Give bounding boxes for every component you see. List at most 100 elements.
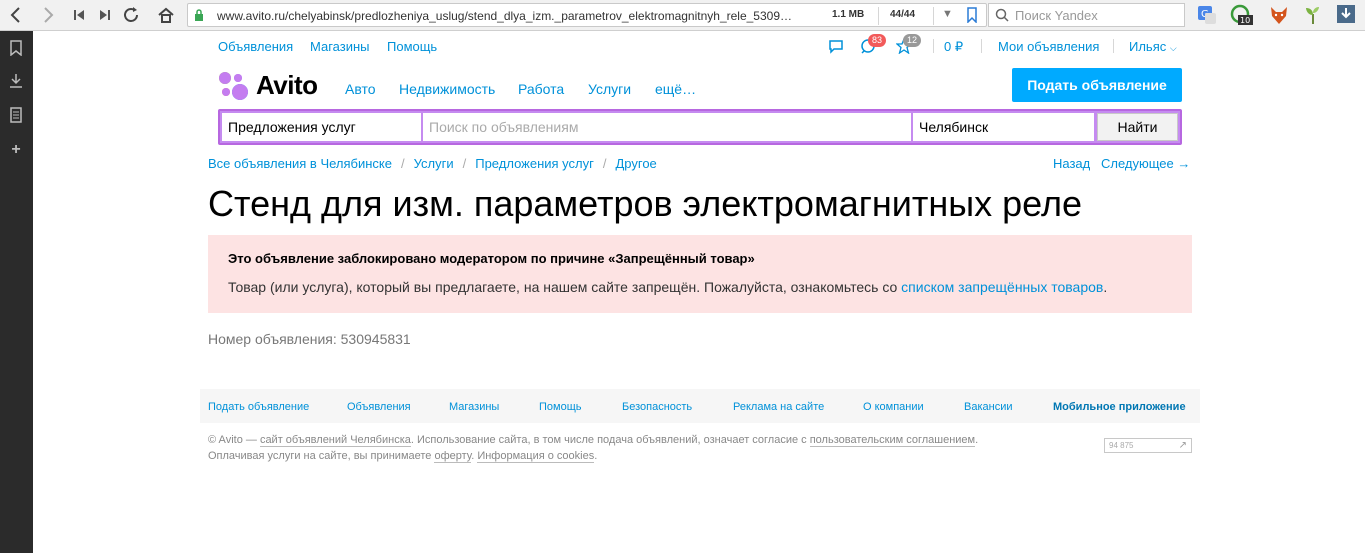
offer-link[interactable]: оферту bbox=[434, 450, 472, 463]
breadcrumb-separator: / bbox=[462, 156, 467, 171]
search-input[interactable]: Поиск по объявлениям bbox=[423, 113, 911, 141]
my-ads-link[interactable]: Мои объявления bbox=[998, 39, 1099, 54]
reload-icon[interactable] bbox=[120, 4, 142, 26]
nav-services[interactable]: Услуги bbox=[588, 81, 631, 97]
divider bbox=[878, 7, 879, 25]
footer-advertising[interactable]: Реклама на сайте bbox=[733, 401, 824, 413]
copyright: © Avito — сайт объявлений Челябинска. Ис… bbox=[208, 432, 978, 464]
nav-auto[interactable]: Авто bbox=[345, 81, 376, 97]
alert-tail: . bbox=[1103, 279, 1108, 295]
blocked-alert: Это объявление заблокировано модератором… bbox=[208, 235, 1192, 313]
chat-icon[interactable] bbox=[828, 38, 844, 57]
back-icon[interactable] bbox=[4, 4, 26, 26]
browser-toolbar: www.avito.ru/chelyabinsk/predlozheniya_u… bbox=[0, 0, 1365, 31]
breadcrumb-all-ads[interactable]: Все объявления в Челябинске bbox=[208, 156, 392, 171]
search-bar: Предложения услуг Поиск по объявлениям Ч… bbox=[218, 109, 1182, 145]
copyright-text: . bbox=[975, 434, 979, 446]
breadcrumb-service-offers[interactable]: Предложения услуг bbox=[475, 156, 594, 171]
visit-counter[interactable]: 94 875 ↗ bbox=[1104, 438, 1192, 453]
browser-sidepanel: + bbox=[0, 31, 33, 553]
dropdown-icon[interactable]: ▼ bbox=[942, 8, 953, 20]
alert-text: Товар (или услуга), который вы предлагае… bbox=[228, 279, 902, 295]
pager-back: Назад bbox=[1053, 156, 1090, 171]
site-link[interactable]: сайт объявлений Челябинска bbox=[259, 434, 411, 447]
bookmarks-icon[interactable] bbox=[8, 40, 24, 57]
first-page-icon[interactable] bbox=[68, 4, 90, 26]
fox-extension-icon[interactable] bbox=[1268, 4, 1290, 26]
breadcrumb-separator: / bbox=[401, 156, 405, 171]
last-page-icon[interactable] bbox=[94, 4, 116, 26]
back-link[interactable]: Назад bbox=[1053, 156, 1090, 171]
footer-about[interactable]: О компании bbox=[863, 401, 924, 413]
alert-body: Товар (или услуга), который вы предлагае… bbox=[228, 279, 1107, 295]
lock-icon bbox=[195, 9, 203, 21]
svg-text:10: 10 bbox=[1240, 16, 1250, 25]
nav-jobs[interactable]: Работа bbox=[518, 81, 564, 97]
search-placeholder: Поиск Yandex bbox=[1015, 8, 1098, 23]
balance-link[interactable]: 0 ₽ bbox=[944, 39, 963, 55]
chevron-down-icon: ⌵ bbox=[1169, 43, 1177, 53]
nav-realty[interactable]: Недвижимость bbox=[399, 81, 495, 97]
messages-badge: 83 bbox=[868, 34, 887, 47]
copyright-text: . bbox=[594, 450, 598, 462]
address-bar[interactable]: www.avito.ru/chelyabinsk/predlozheniya_u… bbox=[187, 3, 987, 27]
user-name: Ильяс bbox=[1129, 39, 1167, 54]
copyright-text: Оплачивая услуги на сайте, вы принимаете bbox=[208, 450, 435, 462]
topnav-ads-link[interactable]: Объявления bbox=[218, 39, 293, 54]
page: Объявления Магазины Помощь 83 12 0 ₽ Мои… bbox=[33, 31, 1365, 553]
resource-count: 44/44 bbox=[890, 9, 916, 20]
footer-post-ad[interactable]: Подать объявление bbox=[208, 401, 309, 413]
copyright-text: . Использование сайта, в том числе подач… bbox=[410, 434, 810, 446]
footer-help[interactable]: Помощь bbox=[539, 401, 582, 413]
add-panel-icon[interactable]: + bbox=[8, 141, 24, 158]
footer-jobs[interactable]: Вакансии bbox=[964, 401, 1013, 413]
notes-icon[interactable] bbox=[8, 107, 24, 123]
copyright-text: © Avito — bbox=[208, 434, 260, 446]
alert-heading: Это объявление заблокировано модератором… bbox=[228, 251, 755, 266]
logo-dots-overlay-icon bbox=[219, 72, 248, 100]
city-select[interactable]: Челябинск bbox=[913, 113, 1094, 141]
favorites-badge: 12 bbox=[903, 34, 922, 47]
post-ad-button[interactable]: Подать объявление bbox=[1012, 68, 1182, 102]
user-menu[interactable]: Ильяс ⌵ bbox=[1129, 39, 1177, 54]
topnav-help-link[interactable]: Помощь bbox=[387, 39, 437, 54]
download-icon[interactable] bbox=[1336, 4, 1358, 26]
footer-mobile-app[interactable]: Мобильное приложение bbox=[1053, 401, 1186, 413]
breadcrumb: Все объявления в Челябинске / Услуги / Предл… bbox=[208, 156, 657, 171]
sprout-extension-icon[interactable] bbox=[1302, 4, 1324, 26]
external-link-icon: ↗ bbox=[1178, 440, 1187, 451]
ad-number: Номер объявления: 530945831 bbox=[208, 331, 411, 347]
translate-icon[interactable]: G bbox=[1196, 4, 1218, 26]
category-select[interactable]: Предложения услуг bbox=[222, 113, 421, 141]
copyright-line-1: © Avito — сайт объявлений Челябинска. Ис… bbox=[208, 432, 978, 448]
search-button[interactable]: Найти bbox=[1097, 113, 1178, 141]
forward-icon[interactable] bbox=[38, 4, 60, 26]
footer-ads[interactable]: Объявления bbox=[347, 401, 411, 413]
page-size: 1.1 MB bbox=[832, 9, 865, 20]
browser-search-input[interactable]: Поиск Yandex bbox=[988, 3, 1185, 27]
footer-nav: Подать объявление Объявления Магазины По… bbox=[200, 389, 1200, 423]
divider bbox=[933, 7, 934, 25]
cookies-link[interactable]: Информация о cookies bbox=[477, 450, 595, 463]
page-title: Стенд для изм. параметров электромагнитн… bbox=[208, 183, 1082, 224]
topnav-shops-link[interactable]: Магазины bbox=[310, 39, 370, 54]
user-agreement-link[interactable]: пользовательским соглашением bbox=[809, 434, 976, 447]
url-text: www.avito.ru/chelyabinsk/predlozheniya_u… bbox=[217, 9, 792, 23]
footer-security[interactable]: Безопасность bbox=[622, 401, 692, 413]
copyright-line-2: Оплачивая услуги на сайте, вы принимаете… bbox=[208, 448, 978, 464]
breadcrumb-services[interactable]: Услуги bbox=[414, 156, 454, 171]
home-icon[interactable] bbox=[155, 4, 177, 26]
next-link[interactable]: Следующее → bbox=[1101, 156, 1190, 171]
nav-more[interactable]: ещё… bbox=[655, 81, 696, 97]
footer-shops[interactable]: Магазины bbox=[449, 401, 499, 413]
breadcrumb-other[interactable]: Другое bbox=[615, 156, 656, 171]
mail-extension-icon[interactable]: 10 bbox=[1230, 4, 1253, 26]
forbidden-list-link[interactable]: списком запрещённых товаров bbox=[901, 279, 1103, 295]
downloads-icon[interactable] bbox=[8, 73, 24, 89]
breadcrumb-separator: / bbox=[602, 156, 607, 171]
divider bbox=[933, 39, 934, 53]
logo-text: Avito bbox=[256, 70, 318, 100]
bookmark-icon[interactable] bbox=[967, 7, 977, 26]
counter-value: 94 875 bbox=[1109, 441, 1134, 450]
top-nav: Объявления Магазины Помощь 83 12 0 ₽ Мои… bbox=[33, 31, 1365, 61]
